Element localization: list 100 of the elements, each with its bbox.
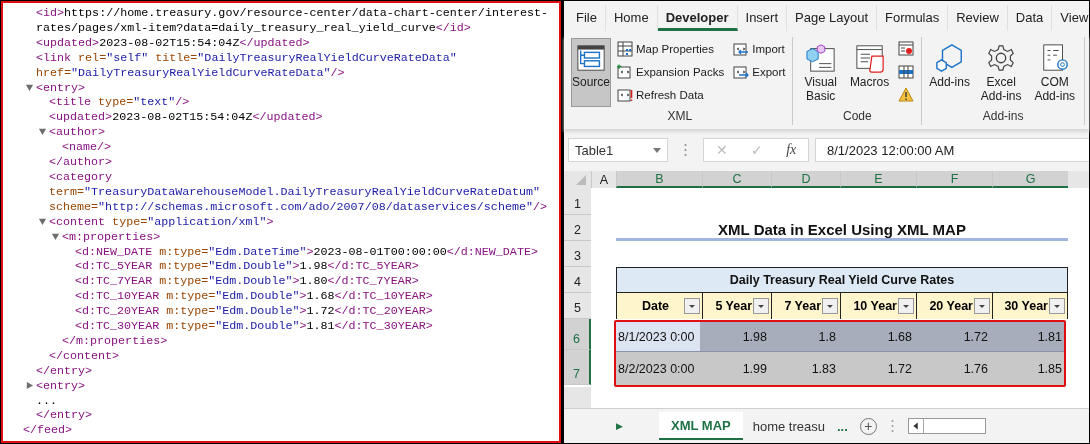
xml-line: <m:properties> <box>62 229 161 244</box>
more-sheets-button[interactable]: ... <box>837 418 848 434</box>
table-cell: 8/1/2023 0:00 <box>616 322 700 351</box>
expand-arrow-icon[interactable] <box>38 127 47 137</box>
ribbon-tab[interactable]: Page Layout <box>787 5 878 31</box>
ribbon-button[interactable]: Map Properties <box>614 38 728 60</box>
ribbon-tab[interactable]: Developer <box>657 5 738 31</box>
document-plus-icon <box>617 64 633 80</box>
table-cell-text: 1.85 <box>1036 360 1063 378</box>
ribbon-button[interactable]: Refresh Data <box>614 84 728 106</box>
ribbon-button[interactable]: Add-ins <box>926 38 973 107</box>
ribbon-tab[interactable]: Review <box>948 5 1008 31</box>
row-header[interactable]: 7 <box>564 350 591 385</box>
formula-input[interactable]: 8/1/2023 12:00:00 AM <box>815 138 1089 162</box>
ribbon-button[interactable]: Import <box>730 38 789 60</box>
ribbon-button[interactable]: Macros <box>846 38 893 107</box>
table-icon <box>617 41 633 57</box>
xml-line: </m:properties> <box>62 333 168 348</box>
ribbon-button[interactable]: Source <box>571 38 611 107</box>
column-header[interactable]: C <box>702 171 771 188</box>
grid-icon <box>898 64 915 80</box>
horizontal-scrollbar[interactable] <box>907 418 986 434</box>
xml-line: <author> <box>49 125 106 140</box>
xml-line: ... <box>36 393 58 408</box>
ribbon-tab[interactable]: Formulas <box>877 5 949 31</box>
ribbon-button[interactable]: Expansion Packs <box>614 61 728 83</box>
header-cell: 7 Year <box>771 293 840 319</box>
xml-line: </feed> <box>23 423 73 438</box>
row-header[interactable]: 6 <box>564 319 591 350</box>
xml-line: <d:TC_5YEAR m:type="Edm.Double">1.98</d:TC_5YEAR> <box>75 259 419 274</box>
caret-icon <box>653 147 661 153</box>
ribbon-button[interactable]: Export <box>730 61 789 83</box>
xml-line: <d:TC_10YEAR m:type="Edm.Double">1.68</d:TC_10YEAR> <box>75 289 433 304</box>
warning-icon <box>898 87 915 103</box>
tree-window-icon <box>576 43 606 73</box>
row-header[interactable]: 2 <box>564 215 591 241</box>
filter-dropdown-button[interactable] <box>822 298 838 314</box>
header-cell: Date <box>616 293 702 319</box>
header-cell: 5 Year <box>702 293 771 319</box>
name-box[interactable]: Table1 <box>568 138 668 162</box>
header-cell: 30 Year <box>992 293 1068 319</box>
cubes-document-icon <box>805 43 836 73</box>
table-cell-text: 1.72 <box>886 360 913 378</box>
ribbon-tab[interactable]: Data <box>1007 5 1053 31</box>
column-header[interactable]: F <box>916 171 992 188</box>
column-header[interactable]: D <box>771 171 840 188</box>
collapse-arrow-icon[interactable] <box>25 380 34 390</box>
filter-dropdown-button[interactable] <box>684 298 700 314</box>
expand-arrow-icon[interactable] <box>38 216 47 226</box>
filter-dropdown-button[interactable] <box>898 298 914 314</box>
table-cell-text: 1.8 <box>817 328 837 346</box>
next-sheet-button[interactable]: ▶ <box>616 421 623 431</box>
expand-arrow-icon[interactable] <box>51 231 60 241</box>
row-header[interactable]: 5 <box>564 293 591 319</box>
drag-handle-icon[interactable] <box>890 419 894 433</box>
ribbon-tab[interactable]: File <box>568 5 606 31</box>
xml-line: <d:TC_30YEAR m:type="Edm.Double">1.81</d:TC_30YEAR> <box>75 319 433 334</box>
ribbon-tab[interactable]: Home <box>605 5 658 31</box>
xml-line: </content> <box>49 348 120 363</box>
expand-arrow-icon[interactable] <box>25 82 34 92</box>
xml-line: <id>https://home.treasury.gov/resource-center/data-chart-center/interest-rates/pages/xml-item?data=daily_treasury_real_yield_curve</id> <box>36 6 548 35</box>
column-header[interactable]: G <box>992 171 1068 188</box>
xml-line: </author> <box>49 155 113 170</box>
filter-dropdown-button[interactable] <box>753 298 769 314</box>
hexagons-icon <box>934 43 965 73</box>
row-header[interactable]: 1 <box>564 188 591 215</box>
sheet-tab[interactable]: XML MAP <box>659 412 743 440</box>
sheet-tab[interactable]: home treasu <box>742 412 835 440</box>
table-cell-text: 1.76 <box>962 360 989 378</box>
record-icon <box>898 41 915 57</box>
filter-dropdown-button[interactable] <box>1049 298 1065 314</box>
xml-line: <d:TC_7YEAR m:type="Edm.Double">1.80</d:TC_7YEAR> <box>75 274 419 289</box>
group-label: Add-ins <box>982 109 1024 125</box>
ribbon-tab[interactable]: Insert <box>737 5 788 31</box>
table-cell-text: 1.83 <box>810 360 837 378</box>
group-label: XML <box>667 109 693 125</box>
ribbon-button[interactable]: Visual Basic <box>797 38 844 107</box>
drag-handle-icon[interactable] <box>684 143 687 157</box>
column-header[interactable]: E <box>840 171 916 188</box>
row-header[interactable]: 4 <box>564 267 591 293</box>
scroll-document-icon <box>854 43 885 73</box>
group-label: Code <box>843 109 872 125</box>
xml-line: <entry> <box>36 80 86 95</box>
xml-line: <d:TC_20YEAR m:type="Edm.Double">1.72</d:TC_20YEAR> <box>75 304 433 319</box>
row-header-background <box>564 387 591 408</box>
column-header[interactable]: B <box>616 171 702 188</box>
row-header[interactable]: 3 <box>564 241 591 267</box>
document-warning-icon <box>617 87 633 103</box>
xml-line: <entry> <box>36 378 86 393</box>
header-cell: 20 Year <box>916 293 992 319</box>
xml-line: <name/> <box>62 140 112 155</box>
sheet-title: XML Data in Excel Using XML MAP <box>616 215 1068 241</box>
filter-dropdown-button[interactable] <box>974 298 990 314</box>
ribbon-button[interactable]: COM Add-ins <box>1029 38 1080 107</box>
xml-line: <updated>2023-08-02T15:54:04Z</updated> <box>36 35 310 50</box>
table-cell-text: 1.72 <box>962 328 989 346</box>
ribbon-tab[interactable]: View <box>1052 5 1090 31</box>
ribbon-button[interactable]: Excel Add-ins <box>975 38 1027 107</box>
insert-function-button[interactable]: fx <box>786 142 797 158</box>
xml-line: <category term="TreasuryDataWarehouseModel.DailyTreasuryRealYieldCurveRateDatum" scheme="http://schemas.microsoft.com/ado/2007/08/dataservices/scheme"/> <box>49 169 547 214</box>
